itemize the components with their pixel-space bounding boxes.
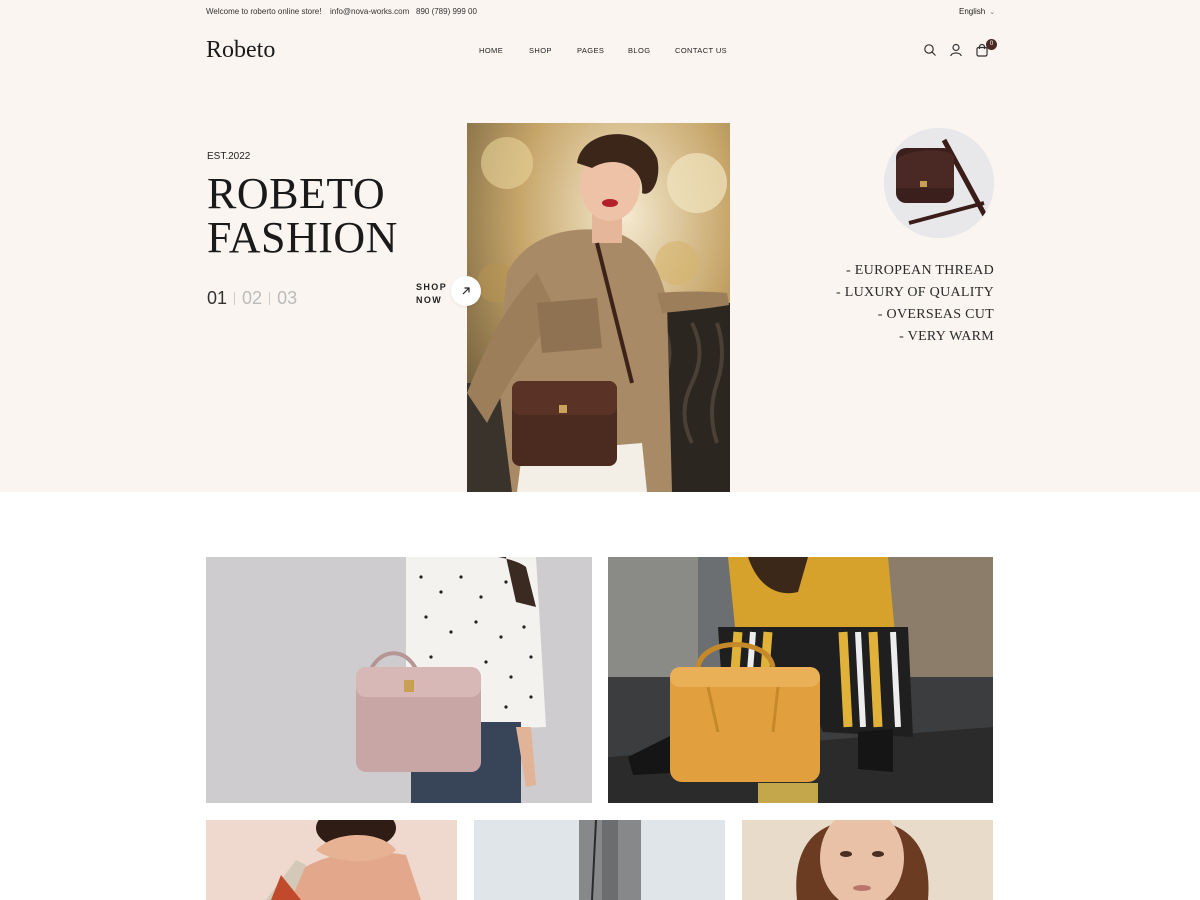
- category-tile-grey-coat[interactable]: [474, 820, 725, 900]
- welcome-text: Welcome to roberto online store!: [206, 7, 322, 16]
- feature-item: - LUXURY OF QUALITY: [835, 285, 994, 300]
- nav-shop[interactable]: SHOP: [529, 46, 552, 55]
- shop-now-line2: NOW: [416, 295, 443, 305]
- language-label: English: [959, 7, 986, 16]
- phone-text: 890 (789) 999 00: [416, 7, 477, 16]
- est-label: EST.2022: [207, 151, 251, 162]
- shop-now-button[interactable]: [451, 276, 481, 306]
- cart-count-badge: 0: [986, 39, 997, 50]
- language-selector[interactable]: English ⌄: [959, 7, 995, 16]
- nav-pages[interactable]: PAGES: [577, 46, 604, 55]
- shop-now-link[interactable]: SHOP NOW: [416, 281, 447, 307]
- site-header: Robeto HOME SHOP PAGES BLOG CONTACT US 0: [0, 24, 1200, 76]
- nav-blog[interactable]: BLOG: [628, 46, 650, 55]
- pager-divider: [234, 292, 236, 305]
- category-tile-yellow-bag[interactable]: [608, 557, 993, 803]
- nav-home[interactable]: HOME: [479, 46, 503, 55]
- email-link[interactable]: info@nova-works.com: [330, 7, 409, 16]
- category-tile-pink-bag[interactable]: [206, 557, 592, 803]
- category-tile-portrait[interactable]: [742, 820, 993, 900]
- search-icon[interactable]: [923, 43, 937, 57]
- arrow-up-right-icon: [462, 287, 470, 295]
- slide-pager: 01 02 03: [207, 288, 297, 309]
- top-bar: Welcome to roberto online store! info@no…: [0, 0, 1200, 24]
- hero-title: ROBETO FASHION: [207, 172, 398, 260]
- slide-2-button[interactable]: 02: [242, 288, 262, 308]
- feature-list: - EUROPEAN THREAD - LUXURY OF QUALITY - …: [836, 260, 994, 348]
- feature-item: - EUROPEAN THREAD: [846, 263, 994, 278]
- user-icon[interactable]: [949, 43, 963, 57]
- slide-3-button[interactable]: 03: [277, 288, 297, 308]
- slide-1-button[interactable]: 01: [207, 288, 227, 308]
- featured-bag-image[interactable]: [884, 128, 994, 238]
- shop-now-line1: SHOP: [416, 282, 448, 292]
- feature-item: - VERY WARM: [899, 329, 994, 344]
- pager-divider: [269, 292, 271, 305]
- feature-item: - OVERSEAS CUT: [877, 307, 994, 322]
- category-tile-red-top[interactable]: [206, 820, 457, 900]
- logo[interactable]: Robeto: [206, 37, 275, 64]
- hero-title-line2: FASHION: [207, 213, 398, 262]
- nav-contact[interactable]: CONTACT US: [675, 46, 727, 55]
- chevron-down-icon: ⌄: [989, 9, 996, 16]
- hero-model-photo: [467, 123, 730, 492]
- hero-title-line1: ROBETO: [207, 169, 386, 218]
- hero-section: EST.2022 ROBETO FASHION 01 02 03 SHOP NOW: [0, 76, 1200, 492]
